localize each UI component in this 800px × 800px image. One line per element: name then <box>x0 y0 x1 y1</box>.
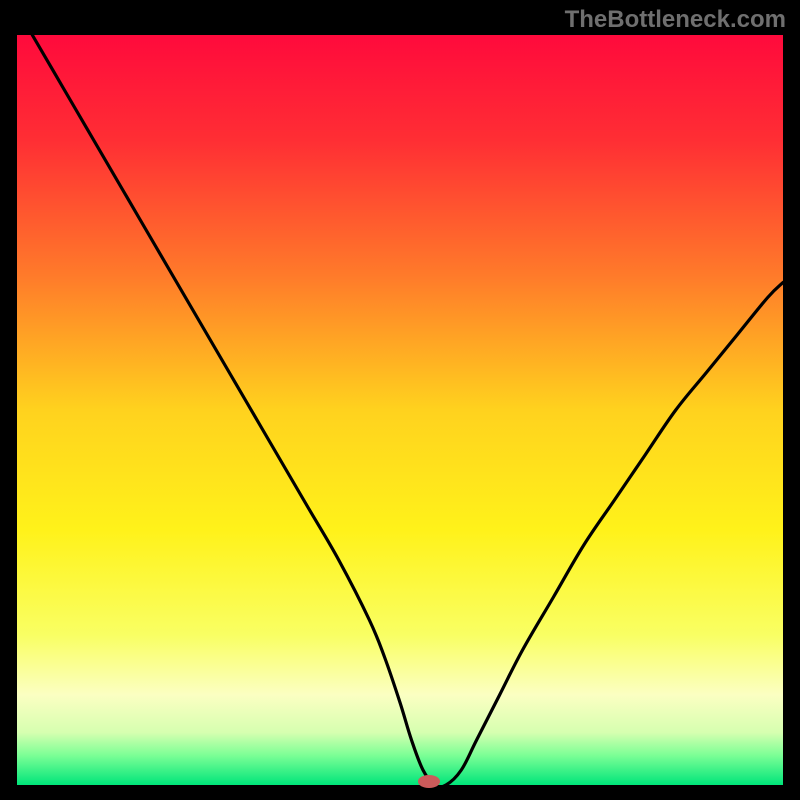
watermark-text: TheBottleneck.com <box>565 6 786 34</box>
chart-container: TheBottleneck.com <box>0 0 800 800</box>
plot-area <box>17 35 783 785</box>
minimum-marker <box>418 775 439 788</box>
curve-line <box>17 35 783 785</box>
